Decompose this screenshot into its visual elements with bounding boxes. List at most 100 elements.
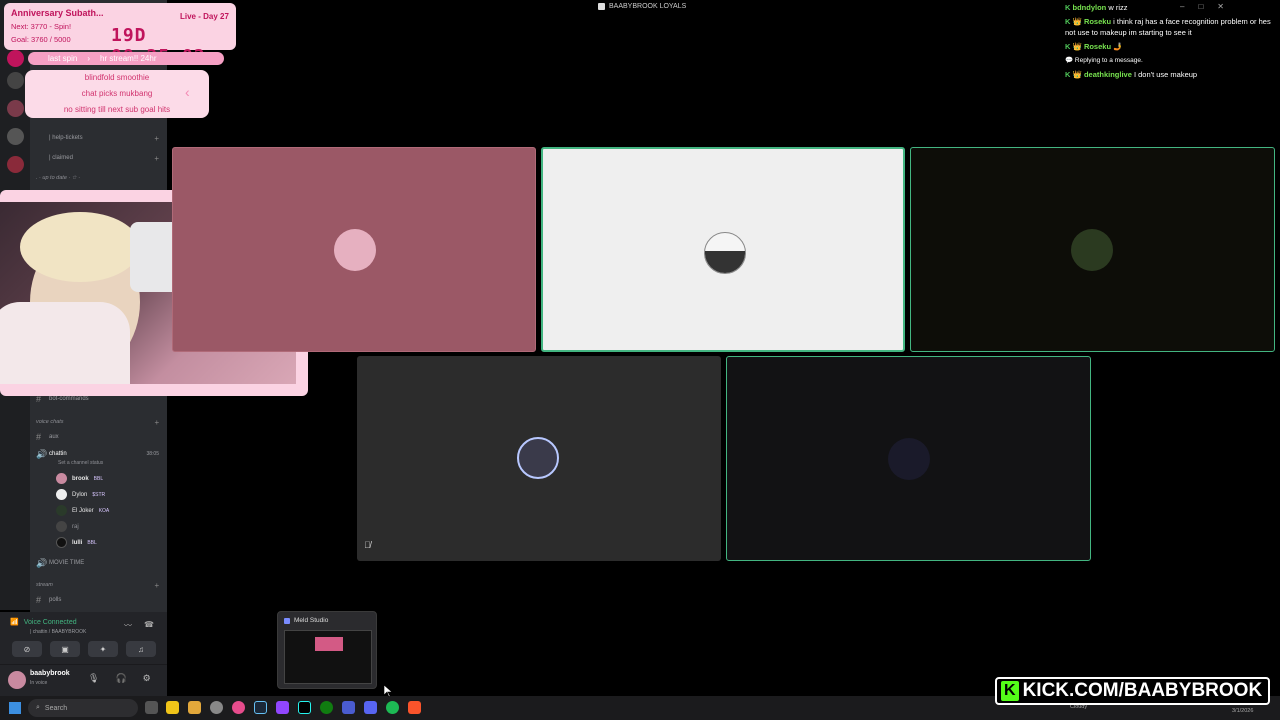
app-icon — [598, 3, 605, 10]
signal-icon: 📶 — [10, 619, 19, 626]
goal-progress: Goal: 3760 / 5000 — [11, 35, 71, 44]
server-icon[interactable] — [7, 100, 24, 117]
app-icon[interactable] — [210, 701, 223, 714]
category-up-to-date[interactable]: . · up to date · ☆ · — [36, 172, 163, 184]
screen-share-button[interactable]: ▣ — [50, 641, 80, 657]
window-title: BAABYBROOK LOYALS — [598, 3, 686, 10]
chat-reply-indicator: 💬 Replying to a message. — [1065, 57, 1143, 64]
live-day: Live - Day 27 — [180, 12, 229, 21]
avatar[interactable] — [8, 671, 26, 689]
discord-icon[interactable] — [364, 701, 377, 714]
add-icon[interactable]: + — [154, 134, 159, 143]
voice-user[interactable]: lulli BBL — [56, 536, 97, 549]
badge-icon: K 👑 — [1065, 70, 1082, 79]
chat-message: K 👑 deathkinglive I don't use makeup — [1065, 70, 1198, 79]
server-icon[interactable] — [7, 128, 24, 145]
avatar — [56, 505, 67, 516]
subathon-overlay: Anniversary Subath... Live - Day 27 Next… — [4, 3, 236, 67]
brave-icon[interactable] — [408, 701, 421, 714]
avatar — [56, 521, 67, 532]
taskbar-preview[interactable]: Meld Studio — [277, 611, 377, 689]
chat-message: K 👑 Roseku 🤳 — [1065, 42, 1123, 51]
next-goal: Next: 3770 - Spin! — [11, 22, 72, 31]
channel-chattin[interactable]: 🔊 chattin 38:05 — [36, 448, 163, 460]
spotify-icon[interactable] — [386, 701, 399, 714]
channel-movie-time[interactable]: 🔊 MOVIE TIME — [36, 557, 163, 569]
channel-status[interactable]: Set a channel status — [58, 460, 103, 466]
avatar — [704, 232, 746, 274]
disconnect-icon[interactable]: ☎ — [144, 620, 154, 629]
avatar — [56, 489, 67, 500]
chat-message: K bdndylon w rizz — [1065, 3, 1128, 12]
server-icon[interactable] — [7, 156, 24, 173]
voice-user[interactable]: Dylon $STR — [56, 488, 105, 501]
badge-icon: K — [1065, 3, 1071, 12]
voice-user[interactable]: brook BBL — [56, 472, 103, 485]
participant-tile-speaking[interactable] — [726, 356, 1091, 561]
participant-tile[interactable] — [172, 147, 536, 352]
tiktok-icon[interactable] — [298, 701, 311, 714]
voice-user[interactable]: El Joker KOA — [56, 504, 109, 517]
soundboard-button[interactable]: ♫ — [126, 641, 156, 657]
channel-help-tickets[interactable]: | help-tickets + — [36, 132, 163, 144]
voice-channel-detail[interactable]: | chattin / BAABYBROOK — [30, 629, 86, 635]
speaker-icon: 🔊 — [36, 557, 48, 568]
participant-tile-speaking[interactable] — [541, 147, 905, 352]
goal-item: no sitting till next sub goal hits — [63, 105, 171, 114]
taskbar-date: 3/1/2026 — [1232, 708, 1254, 714]
badge-icon: K 👑 — [1065, 17, 1082, 26]
add-icon[interactable]: + — [154, 581, 159, 590]
windows-start-icon[interactable] — [9, 702, 21, 714]
app-icon[interactable] — [276, 701, 289, 714]
category-voice-chats[interactable]: voice chats + — [36, 416, 163, 428]
shirt-shape — [0, 302, 130, 384]
emote-icon: 🤳 — [1113, 42, 1123, 51]
avatar — [1071, 229, 1113, 271]
muted-icon: 🎙̸ — [364, 540, 371, 550]
gear-icon[interactable]: ⚙ — [143, 673, 151, 684]
goal-item: chat picks mukbang — [81, 89, 153, 98]
hair-shape — [20, 212, 140, 282]
participant-tile-speaking[interactable] — [910, 147, 1275, 352]
meld-studio-icon — [284, 617, 290, 624]
avatar — [888, 438, 930, 480]
activities-button[interactable]: ✦ — [88, 641, 118, 657]
participant-tile[interactable]: 🎙̸ — [357, 356, 721, 561]
user-panel: baabybrook In voice 🎙 🎧 ⚙ — [0, 664, 167, 696]
search-box[interactable]: ⌕ Search — [28, 699, 138, 717]
channel-aux[interactable]: # aux — [36, 431, 163, 443]
add-icon[interactable]: + — [154, 418, 159, 427]
hash-icon: # — [36, 595, 42, 605]
steam-icon[interactable] — [254, 701, 267, 714]
headphones-icon[interactable]: 🎧 — [115, 673, 126, 684]
server-icon[interactable] — [7, 50, 24, 67]
noise-suppression-icon[interactable]: 〰 — [124, 620, 132, 631]
voice-user[interactable]: raj — [56, 520, 79, 533]
camera-off-button[interactable]: ⊘ — [12, 641, 42, 657]
speech-bubble-icon: 💬 — [1065, 57, 1074, 64]
username: baabybrook — [30, 670, 70, 677]
channel-polls[interactable]: # polls — [36, 594, 163, 606]
app-icon[interactable] — [232, 701, 245, 714]
stream-chat: K bdndylon w rizz K 👑 Roseku i think raj… — [1065, 2, 1277, 83]
category-stream[interactable]: stream + — [36, 579, 163, 591]
folder-icon[interactable] — [188, 701, 201, 714]
meld-studio-icon[interactable] — [342, 701, 355, 714]
channel-claimed[interactable]: | claimed + — [36, 152, 163, 164]
search-icon: ⌕ — [36, 704, 40, 711]
badge-icon: K 👑 — [1065, 42, 1082, 51]
file-explorer-icon[interactable] — [166, 701, 179, 714]
xbox-icon[interactable] — [320, 701, 333, 714]
microphone-icon[interactable]: 🎙 — [88, 673, 99, 684]
chat-message: K 👑 Roseku i think raj has a face recogn… — [1065, 17, 1271, 37]
server-icon[interactable] — [7, 72, 24, 89]
kick-channel-badge: K KICK.COM/BAABYBROOK — [995, 677, 1270, 705]
voice-connected-panel: 📶 Voice Connected | chattin / BAABYBROOK… — [0, 612, 167, 664]
mouse-cursor-icon — [383, 684, 393, 702]
preview-thumbnail — [284, 630, 372, 684]
add-icon[interactable]: + — [154, 154, 159, 163]
task-view-icon[interactable] — [145, 701, 158, 714]
goal-item: blindfold smoothie — [84, 73, 150, 82]
avatar — [334, 229, 376, 271]
speaker-icon: 🔊 — [36, 448, 48, 459]
